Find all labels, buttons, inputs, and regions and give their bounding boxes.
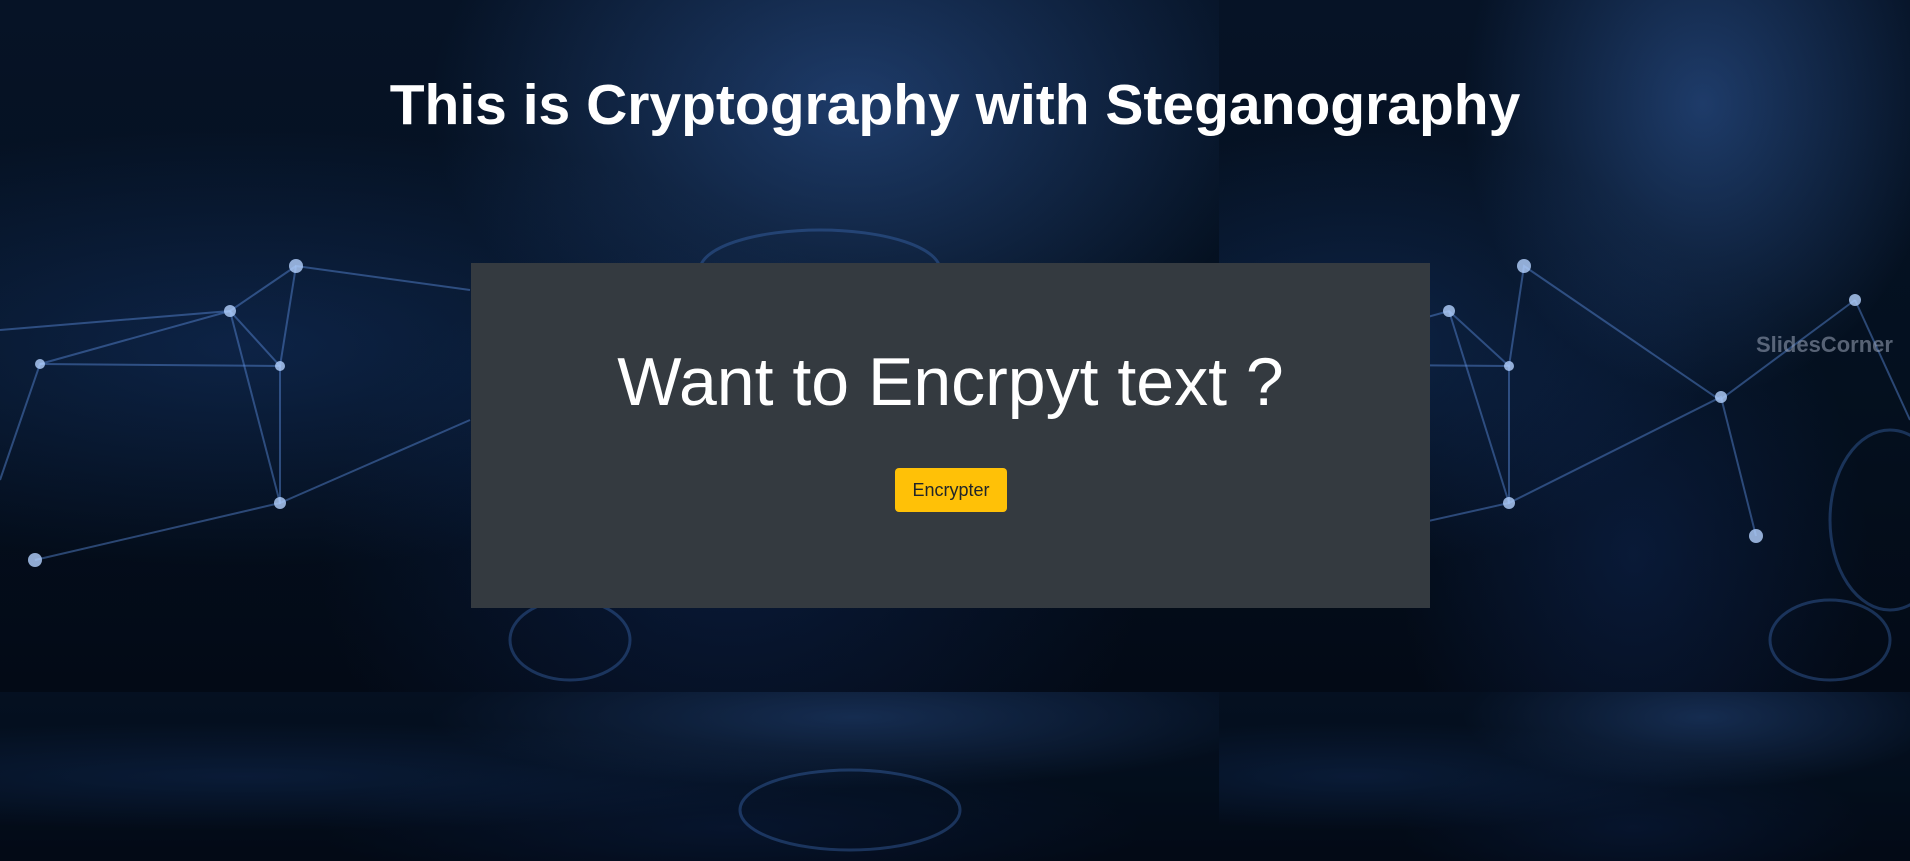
page-title: This is Cryptography with Steganography (389, 73, 1521, 137)
watermark: SlidesCorner (1756, 332, 1893, 357)
card-heading: Want to Encrpyt text ? (617, 344, 1284, 420)
encrypt-card: Want to Encrpyt text ? Encrypter (471, 263, 1430, 608)
encrypter-button[interactable]: Encrypter (895, 468, 1007, 512)
